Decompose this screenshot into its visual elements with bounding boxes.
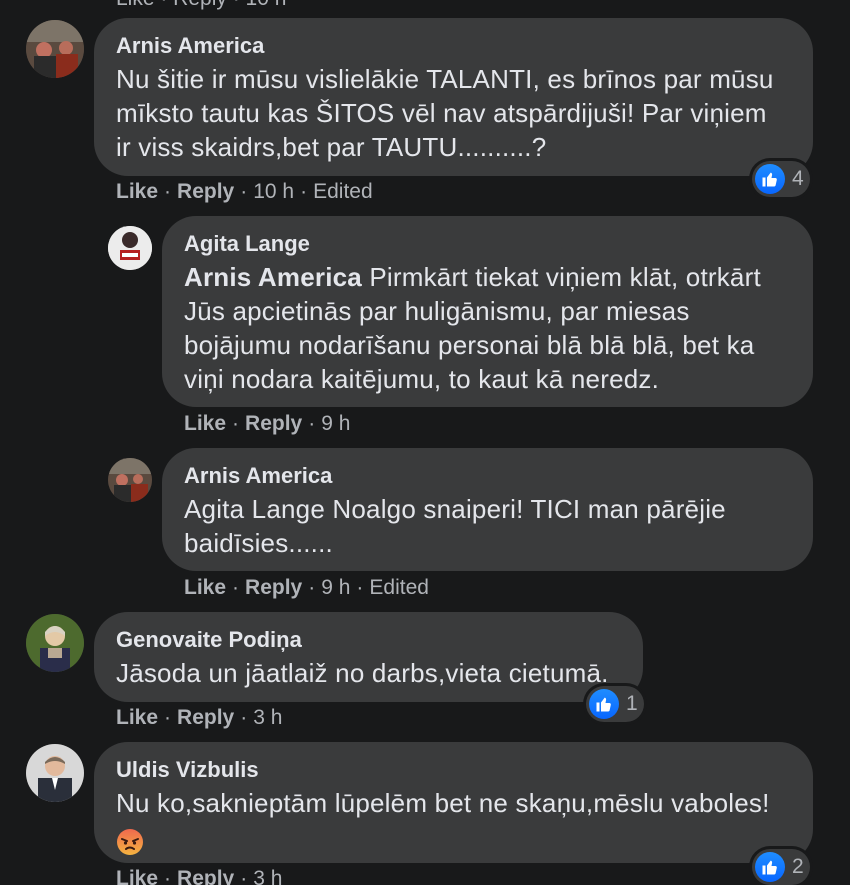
comment-author[interactable]: Arnis America xyxy=(184,462,791,490)
comment-actions: Like · Reply · 3 h xyxy=(116,866,282,885)
reply-button[interactable]: Reply xyxy=(177,867,234,885)
comment-actions: Like · Reply · 10 h · Edited xyxy=(116,180,373,203)
comment-text-line: viņi nodara kaitējumu, to kaut kā neredz… xyxy=(184,364,660,394)
previous-comment-actions: Like · Reply · 10 h xyxy=(116,0,286,12)
reactions-badge[interactable]: 4 xyxy=(752,161,810,197)
reply-button[interactable]: Reply xyxy=(177,180,234,203)
avatar-stop-sign-icon xyxy=(108,226,152,270)
thumbs-up-icon xyxy=(589,689,619,719)
comment-timestamp[interactable]: 3 h xyxy=(253,706,282,729)
comments-thread: Like · Reply · 10 h Arnis America Nu šit… xyxy=(0,0,850,885)
comment-text-line: Agita Lange Noalgo snaiperi! TICI man pā… xyxy=(184,494,726,524)
reply-button[interactable]: Reply xyxy=(177,706,234,729)
like-button[interactable]: Like xyxy=(184,576,226,599)
reactions-badge[interactable]: 1 xyxy=(586,686,644,722)
reaction-count: 4 xyxy=(792,167,804,190)
comment-bubble: Arnis America Agita Lange Noalgo snaiper… xyxy=(162,448,813,571)
comment-text-line: baidīsies...... xyxy=(184,528,333,558)
comment-bubble: Arnis America Nu šitie ir mūsu vislielāk… xyxy=(94,18,813,176)
avatar[interactable] xyxy=(26,20,84,78)
comment-bubble: Genovaite Podiņa Jāsoda un jāatlaiž no d… xyxy=(94,612,643,702)
reply-button[interactable]: Reply xyxy=(245,412,302,435)
avatar-photo-icon xyxy=(108,458,152,502)
comment-timestamp[interactable]: 9 h xyxy=(321,576,350,599)
reaction-count: 1 xyxy=(626,692,638,715)
avatar-photo-icon xyxy=(26,20,84,78)
avatar[interactable] xyxy=(26,614,84,672)
angry-face-emoji xyxy=(117,829,143,856)
comment-actions: Like · Reply · 9 h xyxy=(184,412,351,435)
like-button[interactable]: Like xyxy=(116,706,158,729)
comment-timestamp[interactable]: 9 h xyxy=(321,412,350,435)
thumbs-up-icon xyxy=(755,164,785,194)
edited-label[interactable]: Edited xyxy=(369,576,429,599)
like-button[interactable]: Like xyxy=(116,180,158,203)
comment-text-line: ir viss skaidrs,bet par TAUTU..........? xyxy=(116,132,547,162)
comment-bubble: Agita Lange Arnis America Pirmkārt tieka… xyxy=(162,216,813,407)
comment-author[interactable]: Uldis Vizbulis xyxy=(116,756,791,784)
reaction-count: 2 xyxy=(792,855,804,878)
thumbs-up-icon xyxy=(755,852,785,882)
comment-text-line: bojājumu nodarīšanu personai blā blā blā… xyxy=(184,330,755,360)
comment-text-line: Jūs apcietinās par huligānismu, par mies… xyxy=(184,296,690,326)
avatar[interactable] xyxy=(108,458,152,502)
avatar[interactable] xyxy=(108,226,152,270)
reactions-badge[interactable]: 2 xyxy=(752,849,810,885)
comment-timestamp[interactable]: 10 h xyxy=(253,180,294,203)
comment-author[interactable]: Genovaite Podiņa xyxy=(116,626,621,654)
comment-text-line: Arnis America Pirmkārt tiekat viņiem klā… xyxy=(184,262,761,292)
avatar-photo-icon xyxy=(26,614,84,672)
comment-author[interactable]: Arnis America xyxy=(116,32,791,60)
comment-text-line: Nu šitie ir mūsu vislielākie TALANTI, es… xyxy=(116,64,774,94)
like-button[interactable]: Like xyxy=(184,412,226,435)
comment-bubble: Uldis Vizbulis Nu ko,saknieptām lūpelēm … xyxy=(94,742,813,863)
comment-author[interactable]: Agita Lange xyxy=(184,230,791,258)
comment-text-line: Nu ko,saknieptām lūpelēm bet ne skaņu,mē… xyxy=(116,788,770,818)
comment-timestamp[interactable]: 3 h xyxy=(253,867,282,885)
mention-link[interactable]: Arnis America xyxy=(184,262,362,292)
avatar-photo-icon xyxy=(26,744,84,802)
comment-actions: Like · Reply · 9 h · Edited xyxy=(184,576,429,599)
comment-emoji-line xyxy=(116,823,791,857)
like-button[interactable]: Like xyxy=(116,867,158,885)
reply-button[interactable]: Reply xyxy=(245,576,302,599)
comment-actions: Like · Reply · 3 h xyxy=(116,706,283,729)
edited-label[interactable]: Edited xyxy=(313,180,373,203)
avatar[interactable] xyxy=(26,744,84,802)
comment-text-line: Jāsoda un jāatlaiž no darbs,vieta cietum… xyxy=(116,658,609,688)
comment-text-line: mīksto tautu kas ŠITOS vēl nav atspārdij… xyxy=(116,98,767,128)
